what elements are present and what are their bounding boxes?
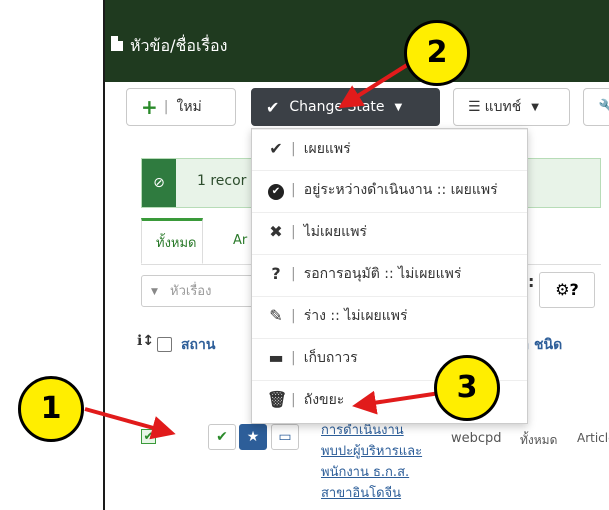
arrow-to-checkbox [84, 407, 176, 440]
annotation-arrows [84, 58, 441, 440]
arrow-to-change-state [338, 58, 417, 109]
annotation-badge-3: 3 [434, 355, 500, 421]
arrow-to-trash [352, 390, 441, 415]
annotation-badge-2: 2 [404, 20, 470, 86]
annotation-badge-1: 1 [18, 376, 84, 442]
